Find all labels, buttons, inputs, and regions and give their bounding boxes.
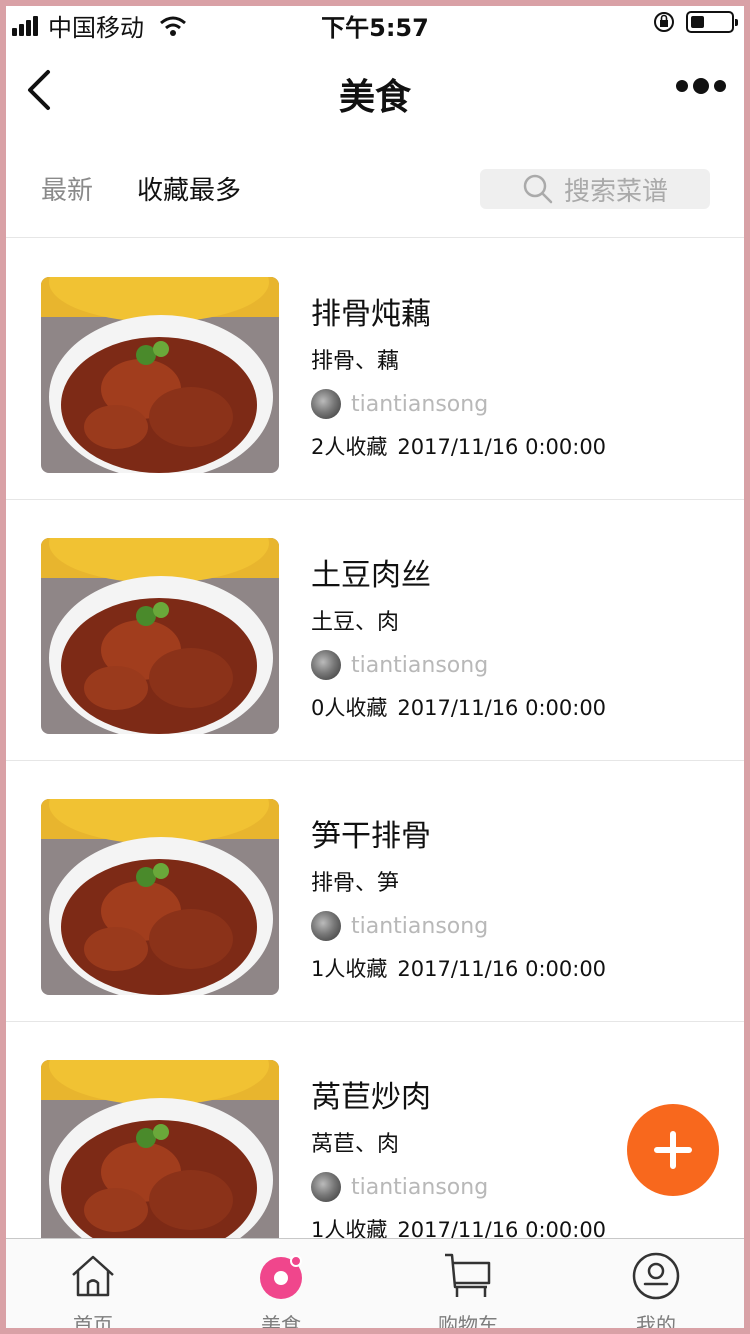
donut-icon [260,1255,302,1299]
tabbar-label: 首页 [73,1313,113,1328]
plus-icon [654,1131,692,1169]
page-title: 美食 [338,77,411,118]
profile-icon [632,1252,680,1300]
search-input[interactable]: 搜索菜谱 [480,169,710,209]
recipe-date: 2017/11/16 0:00:00 [397,957,607,981]
recipe-title[interactable]: 排骨炖藕 [311,289,431,333]
recipe-item[interactable]: 土豆肉丝 土豆、肉 tiantiansong 0人收藏 2017/11/16 0:… [6,500,744,761]
bottom-tab-bar: 首页 美食 购物车 我的 [6,1238,744,1328]
tabbar-item-me[interactable]: 我的 [581,1239,731,1328]
author-name: tiantiansong [351,652,489,678]
recipe-thumbnail[interactable] [41,277,279,473]
tabbar-label: 美食 [261,1313,301,1328]
recipe-meta: 2人收藏 2017/11/16 0:00:00 [311,431,606,461]
nav-bar: 美食 [6,42,744,138]
recipe-author[interactable]: tiantiansong [311,650,488,680]
more-icon[interactable] [671,78,726,94]
recipe-title[interactable]: 土豆肉丝 [311,550,431,594]
food-photo [41,1060,279,1256]
recipe-date: 2017/11/16 0:00:00 [397,696,607,720]
food-photo [41,799,279,995]
recipe-item[interactable]: 笋干排骨 排骨、笋 tiantiansong 1人收藏 2017/11/16 0:… [6,761,744,1022]
recipe-author[interactable]: tiantiansong [311,389,488,419]
battery-fill [691,16,704,28]
tabbar-item-cart[interactable]: 购物车 [393,1239,543,1328]
rotation-lock-icon [654,12,674,32]
food-photo [41,538,279,734]
avatar [311,650,341,680]
recipe-ingredients: 排骨、笋 [311,871,400,896]
search-icon [523,174,553,204]
author-name: tiantiansong [351,913,489,939]
tabbar-label: 我的 [636,1313,676,1328]
search-placeholder: 搜索菜谱 [563,176,668,207]
recipe-thumbnail[interactable] [41,799,279,995]
avatar [311,1172,341,1202]
recipe-author[interactable]: tiantiansong [311,911,488,941]
recipe-ingredients: 土豆、肉 [311,610,400,635]
add-recipe-button[interactable] [627,1104,719,1196]
recipe-item[interactable]: 排骨炖藕 排骨、藕 tiantiansong 2人收藏 2017/11/16 0:… [6,239,744,500]
favorite-count: 1人收藏 [311,957,388,981]
avatar [311,389,341,419]
author-name: tiantiansong [351,1174,489,1200]
cart-icon [445,1253,491,1297]
recipe-thumbnail[interactable] [41,538,279,734]
recipe-meta: 1人收藏 2017/11/16 0:00:00 [311,953,606,983]
tab-latest[interactable]: 最新 [41,170,93,207]
recipe-title[interactable]: 笋干排骨 [311,811,431,855]
phone-screen: 中国移动 下午5:57 美食 最新 收藏最多 搜索菜谱 排骨炖藕 排骨、藕 ti… [6,6,744,1328]
recipe-thumbnail[interactable] [41,1060,279,1256]
status-right [652,10,738,34]
avatar [311,911,341,941]
battery-icon [686,11,738,33]
status-bar: 中国移动 下午5:57 [6,6,744,42]
recipe-ingredients: 莴苣、肉 [311,1132,400,1157]
favorite-count: 0人收藏 [311,696,388,720]
favorite-count: 2人收藏 [311,435,388,459]
tab-most-favorited[interactable]: 收藏最多 [137,170,241,207]
tabbar-item-home[interactable]: 首页 [18,1239,168,1328]
recipe-meta: 0人收藏 2017/11/16 0:00:00 [311,692,606,722]
recipe-date: 2017/11/16 0:00:00 [397,435,607,459]
tabbar-item-food[interactable]: 美食 [206,1239,356,1328]
author-name: tiantiansong [351,391,489,417]
tabbar-label: 购物车 [438,1313,498,1328]
home-icon [72,1255,114,1297]
recipe-ingredients: 排骨、藕 [311,349,400,374]
filter-tabs: 最新 收藏最多 搜索菜谱 [6,138,744,238]
recipe-author[interactable]: tiantiansong [311,1172,488,1202]
status-time: 下午5:57 [321,14,429,42]
food-photo [41,277,279,473]
recipe-title[interactable]: 莴苣炒肉 [311,1072,431,1116]
